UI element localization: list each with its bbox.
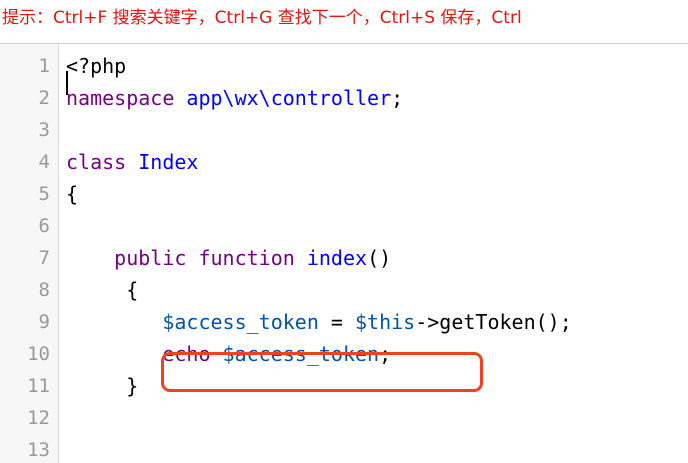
code-line[interactable]: <?php [66, 50, 126, 82]
line-number: 8 [38, 279, 50, 301]
code-line[interactable]: { [66, 178, 78, 210]
line-number: 5 [38, 183, 50, 205]
line-number: 11 [27, 375, 50, 397]
code-token: ->getToken(); [415, 310, 572, 334]
code-token: $access_token [162, 310, 319, 334]
code-token: { [66, 182, 79, 206]
code-token: } [66, 374, 139, 398]
code-line[interactable]: } [66, 370, 138, 402]
code-token: () [367, 246, 392, 270]
line-number: 12 [27, 407, 50, 429]
line-number: 2 [38, 87, 50, 109]
line-number: 4 [38, 151, 50, 173]
shortcut-tip-text: 提示：Ctrl+F 搜索关键字，Ctrl+G 查找下一个，Ctrl+S 保存，C… [2, 8, 522, 28]
code-line[interactable]: class Index [66, 146, 198, 178]
line-number: 1 [38, 55, 50, 77]
code-token: namespace [66, 86, 175, 110]
code-token: function [198, 246, 295, 270]
line-number: 7 [38, 247, 50, 269]
code-line[interactable]: $access_token = $this->getToken(); [66, 306, 572, 338]
code-token: class [66, 150, 127, 174]
code-editor[interactable]: 1 2 3 4 5 6 7 8 9 10 11 12 13 <?php namespace app\wx\… [0, 43, 688, 463]
code-token: app\wx\controller [186, 86, 392, 110]
shortcut-tip-bar: 提示：Ctrl+F 搜索关键字，Ctrl+G 查找下一个，Ctrl+S 保存，C… [0, 0, 688, 36]
line-number: 13 [27, 439, 50, 461]
code-token: Index [138, 150, 199, 174]
code-token: $this [355, 310, 416, 334]
code-token: <?php [66, 54, 127, 78]
line-number: 6 [38, 215, 50, 237]
code-token: index [306, 246, 368, 270]
line-number-gutter: 1 2 3 4 5 6 7 8 9 10 11 12 13 [0, 44, 59, 463]
code-token: ; [391, 86, 404, 110]
code-token: public [114, 246, 187, 270]
code-token: = [318, 310, 355, 334]
code-line[interactable]: namespace app\wx\controller; [66, 82, 403, 114]
annotation-highlight-box [161, 352, 483, 392]
text-cursor [66, 71, 68, 95]
line-number: 9 [38, 311, 50, 333]
code-token: { [66, 278, 139, 302]
code-line[interactable]: public function index() [66, 242, 391, 274]
line-number: 10 [27, 343, 50, 365]
code-line[interactable]: { [66, 274, 138, 306]
line-number: 3 [38, 119, 50, 141]
